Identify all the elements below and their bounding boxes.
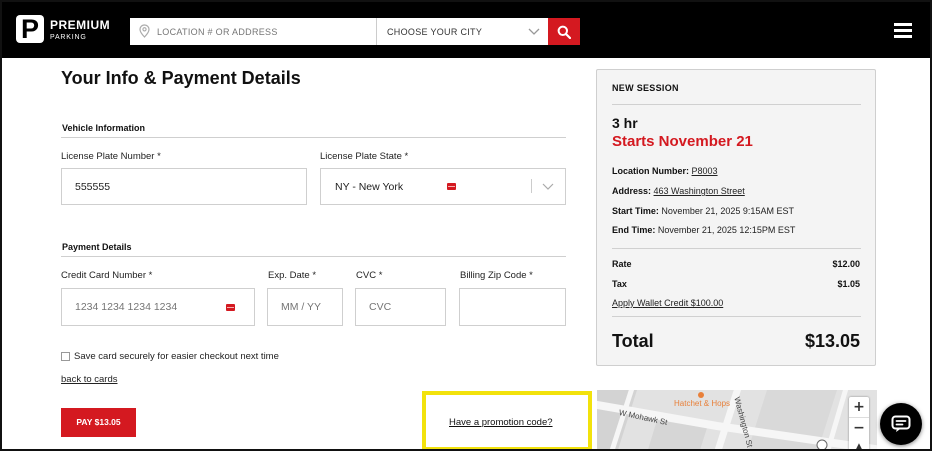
top-nav-bar: P PREMIUM PARKING CHOOSE YOUR CITY [2,2,930,58]
location-number-row: Location Number: P8003 [612,166,718,176]
address-label: Address: [612,186,652,196]
pay-button[interactable]: PAY $13.05 [61,408,136,437]
map-pin-icon [139,24,150,38]
page-title: Your Info & Payment Details [61,68,301,88]
summary-heading: NEW SESSION [612,83,679,93]
tax-label: Tax [612,279,627,289]
promo-code-link[interactable]: Have a promotion code? [449,417,553,428]
plate-state-select[interactable]: NY - New York [320,168,566,205]
location-number-link[interactable]: P8003 [692,166,718,176]
end-time-row: End Time: November 21, 2025 12:15PM EST [612,225,795,235]
plate-state-label: License Plate State * [320,151,409,162]
billing-zip-field [459,288,566,326]
location-search-box [130,18,377,45]
total-label: Total [612,331,654,351]
page-frame: P PREMIUM PARKING CHOOSE YOUR CITY [0,0,932,451]
cvc-label: CVC * [356,270,383,281]
zoom-out-button[interactable]: − [849,417,869,437]
summary-divider [612,104,861,105]
section-divider [61,137,566,138]
card-number-label: Credit Card Number * [61,270,153,281]
chat-button[interactable] [880,403,922,445]
start-time-label: Start Time: [612,206,659,216]
brand-logo[interactable]: P PREMIUM PARKING [16,14,110,44]
tax-value: $1.05 [837,279,860,289]
logo-text: PREMIUM PARKING [50,18,110,41]
total-value: $13.05 [804,331,860,351]
save-card-label: Save card securely for easier checkout n… [74,351,279,362]
plate-state-value: NY - New York [335,181,404,193]
map-poi-label: Hatchet & Hops [674,399,731,408]
back-to-cards-link[interactable]: back to cards [61,374,118,385]
exp-date-input[interactable] [268,289,342,325]
start-time-row: Start Time: November 21, 2025 9:15AM EST [612,206,794,216]
location-number-label: Location Number: [612,166,690,176]
end-time-value: November 21, 2025 12:15PM EST [657,225,796,235]
section-divider [61,256,566,257]
rate-label: Rate [612,259,632,269]
logo-p-icon: P [16,14,44,44]
plate-number-input[interactable] [62,169,306,204]
apply-wallet-credit-link[interactable]: Apply Wallet Credit $100.00 [612,298,723,308]
summary-divider [612,316,861,317]
start-time-value: November 21, 2025 9:15AM EST [661,206,794,216]
payment-section-heading: Payment Details [62,242,132,252]
card-number-field [61,288,255,326]
location-search-input[interactable] [157,18,372,45]
session-duration: 3 hr [612,115,638,131]
select-separator [531,179,532,193]
exp-date-field [267,288,343,326]
vehicle-section-heading: Vehicle Information [62,123,146,133]
cvc-input[interactable] [356,289,445,325]
summary-divider [612,248,861,249]
billing-zip-label: Billing Zip Code * [460,270,533,281]
plate-number-label: License Plate Number * [61,151,161,162]
city-select[interactable]: CHOOSE YOUR CITY [377,18,548,45]
end-time-label: End Time: [612,225,656,235]
card-icon [226,304,235,311]
exp-date-label: Exp. Date * [268,270,317,281]
address-link[interactable]: 463 Washington Street [654,186,745,196]
location-map[interactable]: Hatchet & Hops W Mohawk St Washington St [597,390,877,449]
search-button[interactable] [548,18,580,45]
card-icon [447,183,456,190]
menu-icon[interactable] [894,23,912,38]
rate-value: $12.00 [832,259,860,269]
map-zoom-controls: + − ▲ [849,397,869,449]
chevron-down-icon [542,183,554,190]
session-summary-panel: NEW SESSION 3 hr Starts November 21 Loca… [596,69,876,366]
address-row: Address: 463 Washington Street [612,186,745,196]
cvc-field [355,288,446,326]
compass-icon[interactable]: ▲ [849,437,869,449]
chevron-down-icon [528,28,540,35]
save-card-checkbox[interactable] [61,352,70,361]
search-icon [557,25,571,39]
plate-number-field [61,168,307,205]
city-select-label: CHOOSE YOUR CITY [387,27,483,37]
promo-highlight-box: Have a promotion code? [422,391,592,449]
brand-line-2: PARKING [50,33,87,41]
session-start-date: Starts November 21 [612,133,753,150]
brand-line-1: PREMIUM [50,17,111,32]
billing-zip-input[interactable] [460,289,565,325]
chat-icon [891,415,911,432]
zoom-in-button[interactable]: + [849,397,869,417]
